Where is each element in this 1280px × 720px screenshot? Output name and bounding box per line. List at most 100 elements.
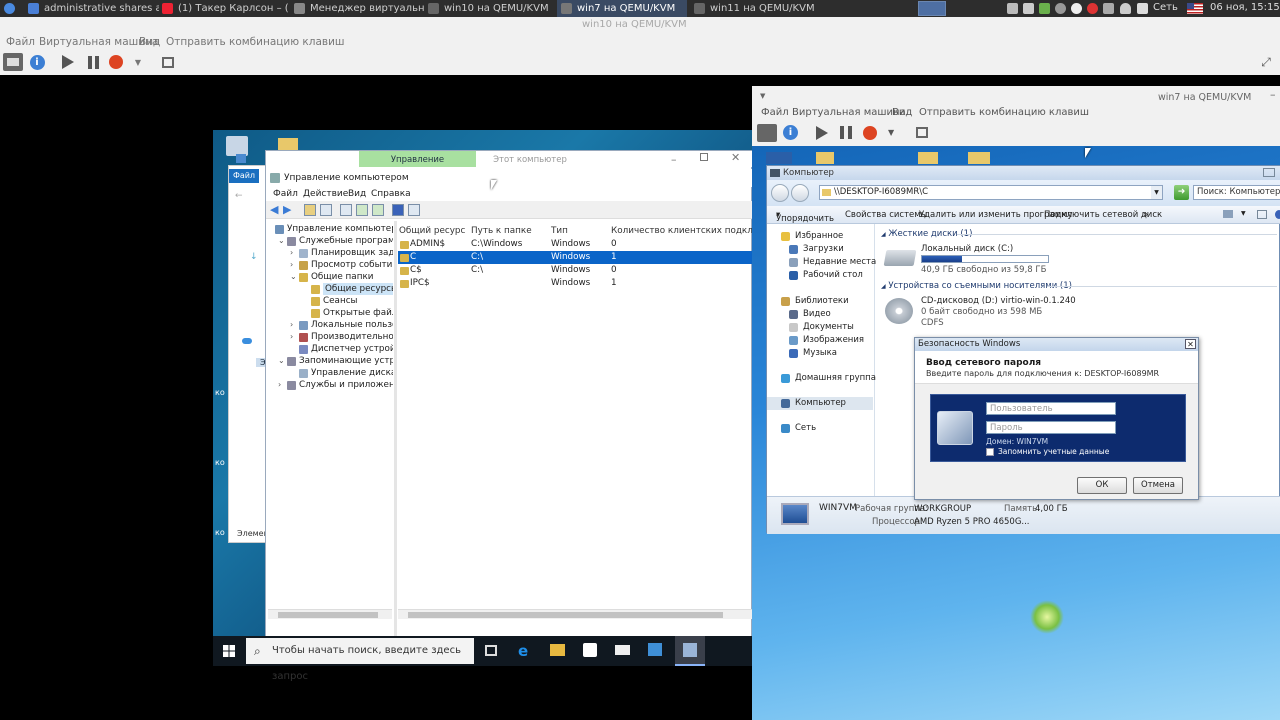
- tree-item[interactable]: Открытые файлы: [268, 307, 393, 319]
- menu-view[interactable]: Вид: [348, 189, 366, 199]
- menu-file[interactable]: Файл: [273, 189, 298, 199]
- expand-icon[interactable]: ⌄: [278, 355, 285, 367]
- organize-button[interactable]: Упорядочить ▾: [776, 210, 834, 224]
- tab-manage[interactable]: Управление: [359, 151, 476, 167]
- back-arrow-icon[interactable]: ◀: [270, 203, 278, 216]
- tree-item[interactable]: ⌄ Общие папки: [268, 271, 393, 283]
- tree-item[interactable]: Диспетчер устройств: [268, 343, 393, 355]
- forward-button-icon[interactable]: [791, 184, 809, 202]
- tray-app-icon[interactable]: [1039, 3, 1050, 14]
- column-header[interactable]: Тип: [551, 225, 568, 237]
- expand-icon[interactable]: ⌄: [278, 235, 285, 247]
- tray-vpn-icon[interactable]: [1087, 3, 1098, 14]
- task-item[interactable]: win10 на QEMU/KVM: [424, 0, 556, 17]
- export-icon[interactable]: [372, 204, 384, 216]
- monitor-icon[interactable]: [757, 124, 777, 142]
- nav-letter[interactable]: О: [256, 336, 262, 345]
- nav-item[interactable]: Недавние места: [767, 256, 876, 269]
- cancel-button[interactable]: Отмена: [1133, 477, 1183, 494]
- nav-item[interactable]: Домашняя группа: [767, 372, 876, 385]
- task-item[interactable]: (1) Такер Карлсон – (1568): [158, 0, 288, 17]
- close-icon[interactable]: ✕: [731, 151, 740, 164]
- tray-keyboard-icon[interactable]: [1103, 3, 1114, 14]
- task-item[interactable]: administrative shares are m...: [24, 0, 159, 17]
- tree-item[interactable]: › Локальные пользовате: [268, 319, 393, 331]
- menu-file[interactable]: Файл: [6, 36, 35, 48]
- nav-item[interactable]: Библиотеки: [767, 295, 873, 308]
- tree-item[interactable]: › Планировщик заданий: [268, 247, 393, 259]
- taskbar-search-box[interactable]: ⌕ Чтобы начать поиск, введите здесь запр…: [246, 638, 474, 682]
- monitor-icon[interactable]: [3, 53, 23, 71]
- help-icon[interactable]: [392, 204, 404, 216]
- nav-item[interactable]: Сеть: [767, 422, 873, 435]
- collapse-icon[interactable]: ›: [290, 259, 293, 271]
- file-explorer-icon[interactable]: [550, 644, 565, 656]
- desktop-computer-icon[interactable]: [766, 152, 792, 164]
- table-row[interactable]: C$ C:\ Windows 0: [398, 264, 753, 277]
- search-input[interactable]: Поиск: Компьютер: [1193, 185, 1280, 200]
- play-icon[interactable]: [58, 53, 78, 71]
- view-options-icon[interactable]: [1223, 210, 1233, 218]
- tray-update-icon[interactable]: [1023, 3, 1034, 14]
- tree-item[interactable]: › Производительность: [268, 331, 393, 343]
- pane-divider[interactable]: [394, 221, 397, 639]
- tree-item[interactable]: Управление компьютером (л: [268, 223, 393, 235]
- forward-arrow-icon[interactable]: ▶: [283, 203, 291, 216]
- tray-bulb-icon[interactable]: [1071, 3, 1082, 14]
- close-icon[interactable]: ✕: [1185, 339, 1196, 349]
- start-windows-icon[interactable]: [223, 645, 235, 657]
- username-input[interactable]: Пользователь: [986, 402, 1116, 415]
- address-input[interactable]: \\DESKTOP-I6089MR\C ▼: [819, 185, 1163, 200]
- edge-icon[interactable]: e: [518, 642, 528, 660]
- file-tab[interactable]: Файл: [229, 169, 259, 183]
- app-menu-icon[interactable]: [4, 3, 15, 14]
- menu-file[interactable]: Файл: [761, 107, 789, 118]
- maximize-icon[interactable]: [700, 153, 708, 161]
- task-item-active[interactable]: win7 на QEMU/KVM: [557, 0, 687, 17]
- menu-vm[interactable]: Виртуальная машина: [792, 107, 906, 118]
- tree-item[interactable]: Общие ресурсы: [268, 283, 393, 295]
- list-scroll-thumb[interactable]: [408, 612, 723, 618]
- minimize-icon[interactable]: [1263, 168, 1275, 177]
- collapse-icon[interactable]: ›: [278, 379, 281, 391]
- window-menu-icon[interactable]: ▼: [760, 92, 765, 100]
- desktop-folder-icon[interactable]: [968, 152, 990, 164]
- pause-icon[interactable]: [83, 53, 103, 71]
- tree-item[interactable]: ⌄ Служебные программы: [268, 235, 393, 247]
- nav-item[interactable]: Видео: [767, 308, 873, 321]
- system-properties-button[interactable]: Свойства системы: [845, 210, 927, 220]
- workspace-switcher[interactable]: [918, 1, 946, 16]
- nav-item[interactable]: Загрузки: [767, 243, 873, 256]
- ok-button[interactable]: ОК: [1077, 477, 1127, 494]
- task-item[interactable]: Менеджер виртуальных м...: [290, 0, 424, 17]
- computer-management-taskbar-icon[interactable]: [675, 636, 705, 666]
- remember-label[interactable]: Запомнить учетные данные: [998, 447, 1109, 456]
- onedrive-icon[interactable]: [242, 338, 252, 344]
- store-icon[interactable]: [583, 643, 597, 657]
- tree-item[interactable]: › Просмотр событий: [268, 259, 393, 271]
- nav-letter[interactable]: М: [248, 239, 255, 248]
- table-row[interactable]: IPC$ Windows 1: [398, 277, 753, 290]
- column-header[interactable]: Общий ресурс: [399, 225, 465, 237]
- collapse-icon[interactable]: ›: [290, 319, 293, 331]
- help-icon[interactable]: [1275, 210, 1280, 219]
- mail-icon[interactable]: [615, 645, 630, 655]
- recycle-bin-icon[interactable]: [226, 136, 248, 156]
- tray-clipboard-icon[interactable]: [1007, 3, 1018, 14]
- expand-icon[interactable]: ⌄: [290, 271, 297, 283]
- menu-view[interactable]: Вид: [139, 36, 160, 48]
- tray-steam-icon[interactable]: [1055, 3, 1066, 14]
- preview-pane-icon[interactable]: [1257, 210, 1267, 219]
- keyboard-layout-flag-icon[interactable]: [1187, 3, 1203, 14]
- tray-bell-icon[interactable]: [1120, 3, 1131, 14]
- menu-view[interactable]: Вид: [892, 107, 912, 118]
- clock[interactable]: 06 ноя, 15:15: [1210, 2, 1280, 13]
- menu-send-key[interactable]: Отправить комбинацию клавиш: [919, 107, 1089, 118]
- nav-item[interactable]: Избранное: [767, 230, 873, 243]
- password-input[interactable]: Пароль: [986, 421, 1116, 434]
- nav-back-icon[interactable]: ←: [235, 191, 243, 201]
- desktop-folder-icon[interactable]: [816, 152, 834, 164]
- table-row[interactable]: C C:\ Windows 1: [398, 251, 753, 264]
- collapse-icon[interactable]: ›: [290, 247, 293, 259]
- list-scrollbar[interactable]: [398, 609, 753, 619]
